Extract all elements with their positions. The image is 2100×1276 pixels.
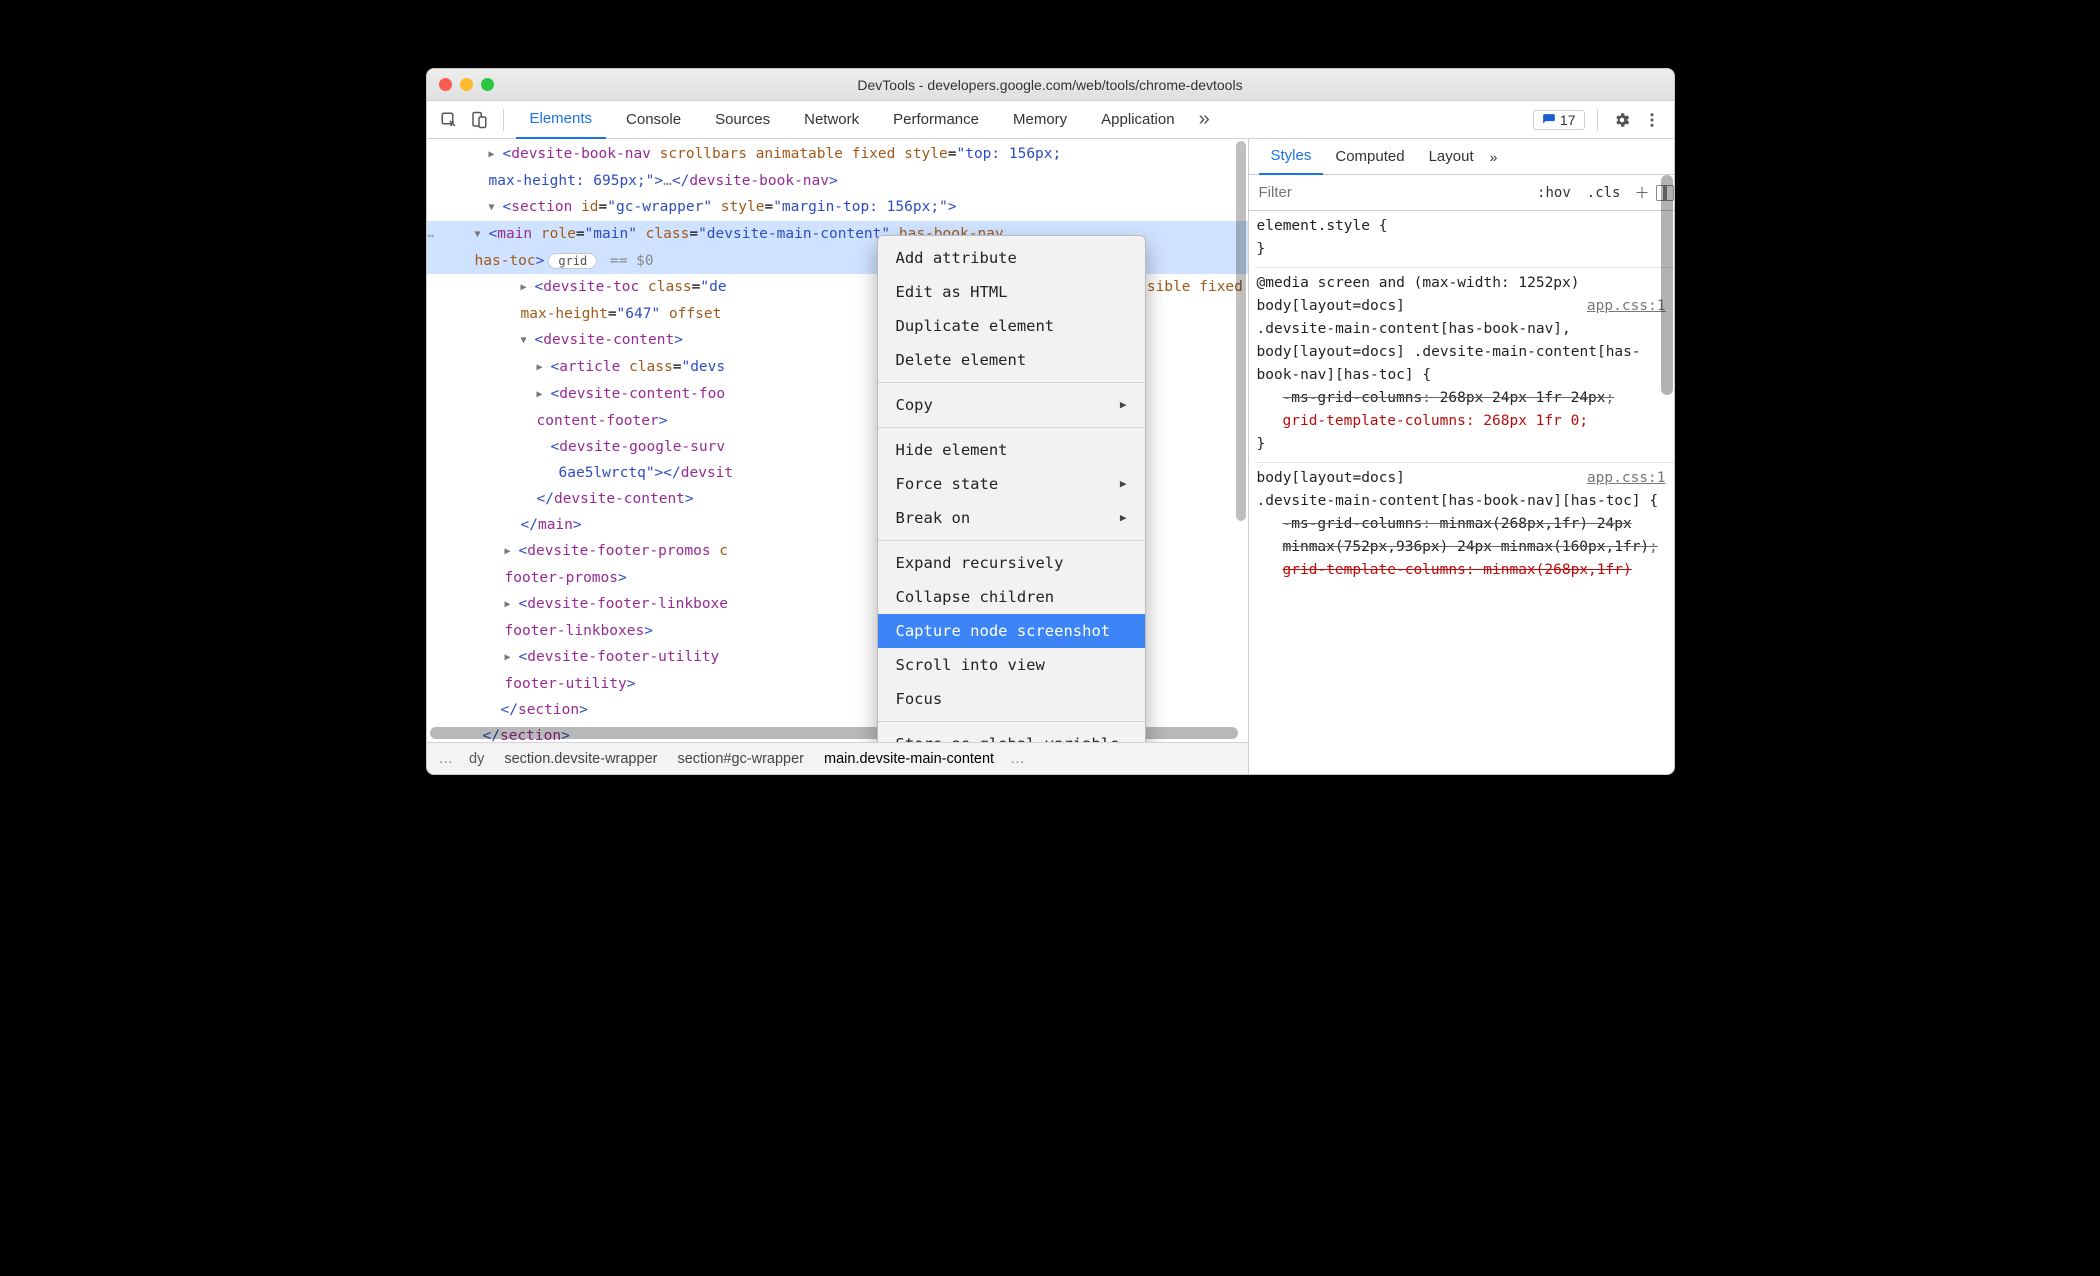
breadcrumb[interactable]: … dy section.devsite-wrapper section#gc-… — [427, 742, 1248, 774]
css-property[interactable]: grid-template-columns: 268px 1fr 0; — [1257, 410, 1672, 433]
tab-memory[interactable]: Memory — [999, 101, 1081, 139]
css-rules[interactable]: element.style { } @media screen and (max… — [1249, 211, 1674, 774]
elements-panel: … <devsite-book-nav scrollbars animatabl… — [427, 139, 1249, 774]
source-link[interactable]: app.css:1 — [1587, 295, 1672, 318]
device-toggle-icon[interactable] — [467, 108, 491, 132]
new-rule-icon[interactable]: ＋ — [1628, 182, 1655, 203]
ctx-expand-recursively[interactable]: Expand recursively — [878, 546, 1145, 580]
styles-tabs: Styles Computed Layout » — [1249, 139, 1674, 175]
window-title: DevTools - developers.google.com/web/too… — [427, 77, 1674, 93]
devtools-window: DevTools - developers.google.com/web/too… — [426, 68, 1675, 775]
crumb-active[interactable]: main.devsite-main-content — [814, 751, 1004, 767]
pill-grid[interactable]: grid — [548, 253, 597, 269]
filter-input[interactable] — [1249, 175, 1530, 210]
dom-node[interactable]: <devsite-book-nav scrollbars animatable … — [443, 141, 1248, 168]
context-menu: Add attribute Edit as HTML Duplicate ele… — [877, 235, 1146, 742]
ctx-scroll-into-view[interactable]: Scroll into view — [878, 648, 1145, 682]
dom-tree[interactable]: … <devsite-book-nav scrollbars animatabl… — [427, 139, 1248, 742]
css-property[interactable]: -ms-grid-columns: 268px 24px 1fr 24px; — [1257, 387, 1672, 410]
tab-sources[interactable]: Sources — [701, 101, 784, 139]
tabs-overflow-icon[interactable]: » — [1490, 149, 1498, 165]
source-link[interactable]: app.css:1 — [1587, 467, 1672, 490]
issues-count: 17 — [1560, 112, 1576, 128]
css-rule[interactable]: @media screen and (max-width: 1252px) bo… — [1255, 268, 1674, 463]
caret-icon[interactable] — [489, 195, 503, 221]
css-property[interactable]: grid-template-columns: minmax(268px,1fr) — [1257, 559, 1672, 582]
minimize-icon[interactable] — [460, 78, 473, 91]
tab-application[interactable]: Application — [1087, 101, 1188, 139]
titlebar: DevTools - developers.google.com/web/too… — [427, 69, 1674, 101]
ctx-hide-element[interactable]: Hide element — [878, 433, 1145, 467]
ctx-capture-node-screenshot[interactable]: Capture node screenshot — [878, 614, 1145, 648]
caret-icon[interactable] — [521, 328, 535, 354]
ctx-break-on[interactable]: Break on▶ — [878, 501, 1145, 535]
ctx-force-state[interactable]: Force state▶ — [878, 467, 1145, 501]
caret-icon[interactable] — [537, 355, 551, 381]
tab-styles[interactable]: Styles — [1259, 139, 1324, 175]
chevron-right-icon: ▶ — [1120, 471, 1127, 497]
ellipsis-icon[interactable]: … — [1004, 751, 1031, 767]
hov-toggle[interactable]: :hov — [1529, 185, 1579, 201]
chevron-right-icon: ▶ — [1120, 505, 1127, 531]
maximize-icon[interactable] — [481, 78, 494, 91]
ctx-delete-element[interactable]: Delete element — [878, 343, 1145, 377]
filter-bar: :hov .cls ＋ — [1249, 175, 1674, 211]
caret-icon[interactable] — [505, 592, 519, 618]
tab-computed[interactable]: Computed — [1323, 139, 1416, 175]
issues-badge[interactable]: 17 — [1533, 110, 1585, 130]
cls-toggle[interactable]: .cls — [1579, 185, 1629, 201]
selector: body[layout=docs]app.css:1.devsite-main-… — [1257, 295, 1672, 387]
ctx-focus[interactable]: Focus — [878, 682, 1145, 716]
tab-elements[interactable]: Elements — [516, 101, 607, 139]
toolbar: Elements Console Sources Network Perform… — [427, 101, 1674, 139]
ellipsis-icon[interactable]: … — [433, 751, 460, 767]
close-icon[interactable] — [439, 78, 452, 91]
media-query: @media screen and (max-width: 1252px) — [1257, 272, 1672, 295]
crumb[interactable]: section.devsite-wrapper — [494, 751, 667, 767]
selector: element.style { — [1257, 218, 1388, 234]
dom-node[interactable]: max-height: 695px;">…</devsite-book-nav> — [443, 168, 1248, 194]
scrollbar-vertical[interactable] — [1236, 141, 1246, 722]
caret-icon[interactable] — [537, 382, 551, 408]
css-property[interactable]: -ms-grid-columns: minmax(268px,1fr) 24px… — [1257, 513, 1672, 559]
caret-icon[interactable] — [489, 142, 503, 168]
separator — [503, 109, 504, 131]
ctx-collapse-children[interactable]: Collapse children — [878, 580, 1145, 614]
chevron-right-icon: ▶ — [1120, 392, 1127, 418]
tab-layout[interactable]: Layout — [1417, 139, 1486, 175]
css-rule[interactable]: body[layout=docs]app.css:1.devsite-main-… — [1255, 463, 1674, 588]
kebab-icon[interactable] — [1640, 108, 1664, 132]
tab-performance[interactable]: Performance — [879, 101, 993, 139]
selector: body[layout=docs]app.css:1.devsite-main-… — [1257, 467, 1672, 513]
inspect-icon[interactable] — [437, 108, 461, 132]
scrollbar-vertical[interactable] — [1661, 175, 1673, 772]
gear-icon[interactable] — [1610, 108, 1634, 132]
tab-network[interactable]: Network — [790, 101, 873, 139]
crumb[interactable]: section#gc-wrapper — [667, 751, 814, 767]
dom-node[interactable]: <section id="gc-wrapper" style="margin-t… — [443, 194, 1248, 221]
separator — [1597, 109, 1598, 131]
ctx-store-global[interactable]: Store as global variable — [878, 727, 1145, 742]
crumb[interactable]: dy — [459, 751, 494, 767]
ellipsis-icon: … — [427, 219, 437, 245]
caret-icon[interactable] — [505, 539, 519, 565]
styles-panel: Styles Computed Layout » :hov .cls ＋ ele… — [1249, 139, 1674, 774]
css-rule[interactable]: element.style { } — [1255, 211, 1674, 268]
ctx-duplicate-element[interactable]: Duplicate element — [878, 309, 1145, 343]
ctx-add-attribute[interactable]: Add attribute — [878, 241, 1145, 275]
tabs-overflow-icon[interactable]: » — [1195, 108, 1214, 131]
tab-console[interactable]: Console — [612, 101, 695, 139]
caret-icon[interactable] — [475, 222, 489, 248]
caret-icon[interactable] — [521, 275, 535, 301]
caret-icon[interactable] — [505, 645, 519, 671]
main-panels: … <devsite-book-nav scrollbars animatabl… — [427, 139, 1674, 774]
ctx-copy[interactable]: Copy▶ — [878, 388, 1145, 422]
ctx-edit-as-html[interactable]: Edit as HTML — [878, 275, 1145, 309]
